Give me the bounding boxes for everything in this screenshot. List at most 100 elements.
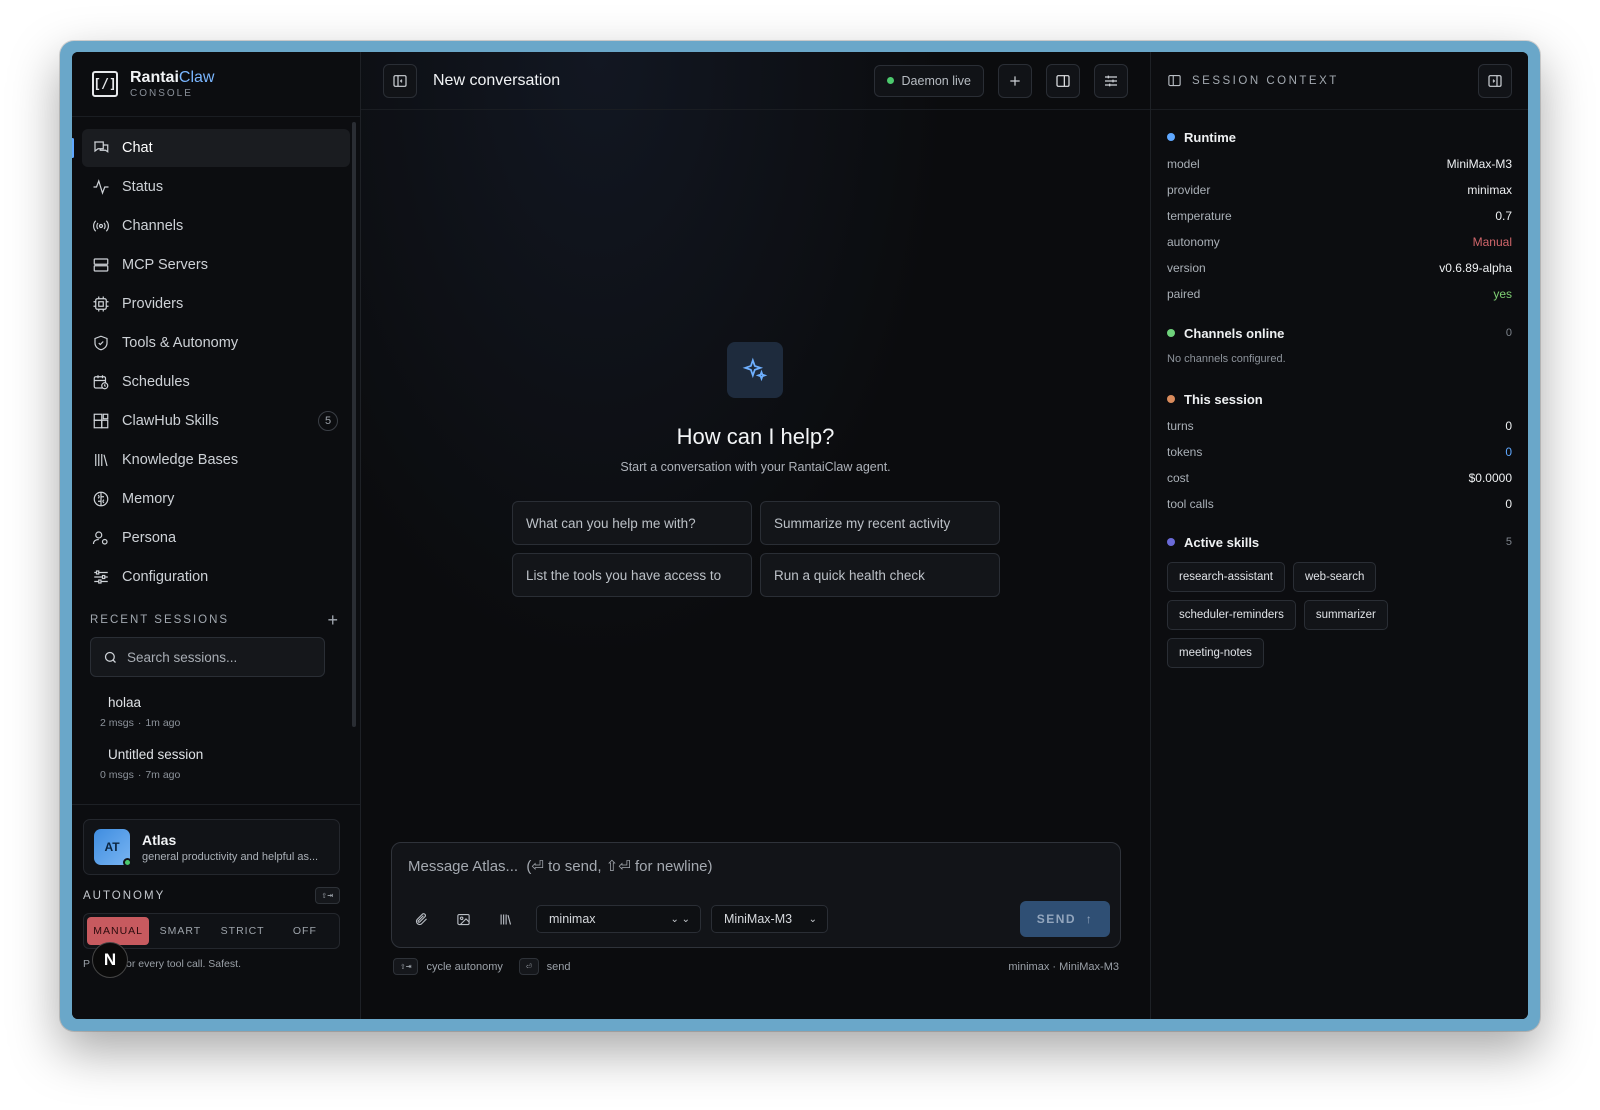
sidebar-item-tools-autonomy[interactable]: Tools & Autonomy xyxy=(82,324,350,362)
kv-row: provider minimax xyxy=(1167,183,1512,197)
send-key: ⏎ xyxy=(518,958,539,975)
suggestion-chip[interactable]: Run a quick health check xyxy=(760,553,1000,597)
message-composer: minimax ⌄ ⌄ MiniMax-M3 ⌄ SEND ↑ xyxy=(391,842,1121,948)
autonomy-selector: MANUAL SMART STRICT OFF xyxy=(83,913,340,949)
skill-chip[interactable]: scheduler-reminders xyxy=(1167,600,1296,630)
provider-select[interactable]: minimax ⌄ ⌄ xyxy=(536,905,701,933)
suggestion-chip[interactable]: Summarize my recent activity xyxy=(760,501,1000,545)
daemon-status[interactable]: Daemon live xyxy=(873,64,984,97)
sidebar-toggle-icon xyxy=(393,74,407,87)
overlay-n-badge[interactable]: N xyxy=(92,942,128,978)
sidebar-item-label: Providers xyxy=(122,296,184,312)
brand-logo-icon: [/] xyxy=(92,71,118,97)
autonomy-header: AUTONOMY ⇧⇥ xyxy=(83,887,340,904)
session-item[interactable]: holaa 2 msgs · 1m ago xyxy=(72,695,360,729)
paperclip-icon xyxy=(415,912,427,925)
hero-subtitle: Start a conversation with your RantaiCla… xyxy=(620,460,891,474)
skills-count-badge: 5 xyxy=(318,411,338,431)
autonomy-option-smart[interactable]: SMART xyxy=(149,917,211,945)
sidebar-item-label: Memory xyxy=(122,491,175,507)
brand-name: RantaiClaw xyxy=(130,68,215,86)
sidebar-item-status[interactable]: Status xyxy=(82,168,350,206)
skill-chip[interactable]: summarizer xyxy=(1303,600,1388,630)
kv-row: tokens 0 xyxy=(1167,445,1512,459)
model-status: minimax · MiniMax-M3 xyxy=(1008,960,1119,973)
panel-icon xyxy=(1168,74,1181,87)
sidebar-item-mcp-servers[interactable]: MCP Servers xyxy=(82,246,350,284)
agent-description: general productivity and helpful as... xyxy=(142,850,319,863)
autonomy-option-off[interactable]: OFF xyxy=(274,917,336,945)
knowledge-button[interactable] xyxy=(494,908,516,930)
new-session-button[interactable]: + xyxy=(327,611,338,629)
divider xyxy=(72,804,360,805)
sidebar-item-memory[interactable]: Memory xyxy=(82,480,350,518)
suggestion-chip[interactable]: What can you help me with? xyxy=(512,501,752,545)
avatar: AT xyxy=(94,829,132,867)
section-title: This session xyxy=(1184,391,1263,407)
skill-chip[interactable]: research-assistant xyxy=(1167,562,1285,592)
search-input[interactable] xyxy=(127,649,307,665)
suggestion-chip[interactable]: List the tools you have access to xyxy=(512,553,752,597)
autonomy-option-manual[interactable]: MANUAL xyxy=(87,917,150,945)
kv-row: model MiniMax-M3 xyxy=(1167,157,1512,171)
library-icon xyxy=(92,451,110,469)
section-dot xyxy=(1167,538,1175,546)
channels-section: Channels online 0 No channels configured. xyxy=(1151,323,1528,365)
sidebar-item-configuration[interactable]: Configuration xyxy=(82,558,350,596)
agent-name: Atlas xyxy=(142,831,177,848)
attach-button[interactable] xyxy=(410,908,432,930)
user-gear-icon xyxy=(92,529,110,547)
close-panel-button[interactable] xyxy=(1478,63,1512,98)
suggestion-grid: What can you help me with? Summarize my … xyxy=(512,501,1000,597)
conversation-title: New conversation xyxy=(433,71,561,89)
search-icon xyxy=(104,651,116,663)
kv-row: paired yes xyxy=(1167,287,1512,301)
chevron-down-icon: ⌄ xyxy=(808,913,817,925)
send-button[interactable]: SEND ↑ xyxy=(1020,901,1110,937)
image-button[interactable] xyxy=(452,908,474,930)
new-chat-button[interactable] xyxy=(998,63,1032,98)
sidebar-nav: Chat Status Channels MCP Servers Provide… xyxy=(72,117,360,596)
sidebar-item-clawhub-skills[interactable]: ClawHub Skills 5 xyxy=(82,402,350,440)
chat-main: New conversation Daemon live How can I h… xyxy=(361,52,1151,1019)
plus-icon xyxy=(1010,75,1020,86)
section-title: Runtime xyxy=(1184,129,1236,145)
skills-section: Active skills 5 research-assistant web-se… xyxy=(1151,532,1528,668)
message-input[interactable] xyxy=(408,857,1098,883)
settings-button[interactable] xyxy=(1094,63,1128,98)
model-select[interactable]: MiniMax-M3 ⌄ xyxy=(711,905,828,933)
sidebar-item-channels[interactable]: Channels xyxy=(82,207,350,245)
session-meta: 2 msgs · 1m ago xyxy=(100,717,181,729)
kv-row: temperature 0.7 xyxy=(1167,209,1512,223)
recent-sessions-title: RECENT SESSIONS xyxy=(90,614,230,626)
sidebar-item-label: MCP Servers xyxy=(122,257,208,273)
brand[interactable]: [/] RantaiClaw CONSOLE xyxy=(72,52,360,117)
kv-row: autonomy Manual xyxy=(1167,235,1512,249)
sidebar-item-label: Persona xyxy=(122,530,177,546)
skill-chip[interactable]: meeting-notes xyxy=(1167,638,1264,668)
sidebar-item-label: Tools & Autonomy xyxy=(122,335,239,351)
sidebar-scrollbar[interactable] xyxy=(352,122,356,727)
agent-card[interactable]: AT Atlas general productivity and helpfu… xyxy=(83,819,340,875)
sidebar-item-knowledge-bases[interactable]: Knowledge Bases xyxy=(82,441,350,479)
hero-title: How can I help? xyxy=(676,424,835,449)
session-search[interactable] xyxy=(90,637,325,677)
online-indicator xyxy=(123,858,132,867)
activity-icon xyxy=(92,178,110,196)
session-item[interactable]: Untitled session 0 msgs · 7m ago xyxy=(72,747,360,781)
toggle-context-panel-button[interactable] xyxy=(1046,63,1080,98)
sidebar-item-schedules[interactable]: Schedules xyxy=(82,363,350,401)
chevron-down-icon: ⌄ ⌄ xyxy=(670,913,690,925)
sidebar-item-providers[interactable]: Providers xyxy=(82,285,350,323)
cycle-autonomy-key: ⇧⇥ xyxy=(393,958,419,975)
section-title: Channels online xyxy=(1184,325,1285,341)
sliders-icon xyxy=(92,568,110,586)
autonomy-option-strict[interactable]: STRICT xyxy=(212,917,274,945)
kv-row: cost $0.0000 xyxy=(1167,471,1512,485)
skill-chip[interactable]: web-search xyxy=(1292,562,1377,592)
panel-title: SESSION CONTEXT xyxy=(1192,74,1339,87)
toggle-sidebar-button[interactable] xyxy=(383,63,417,98)
sidebar-item-chat[interactable]: Chat xyxy=(72,129,350,167)
sidebar-item-persona[interactable]: Persona xyxy=(82,519,350,557)
sparkle-icon xyxy=(727,342,783,398)
